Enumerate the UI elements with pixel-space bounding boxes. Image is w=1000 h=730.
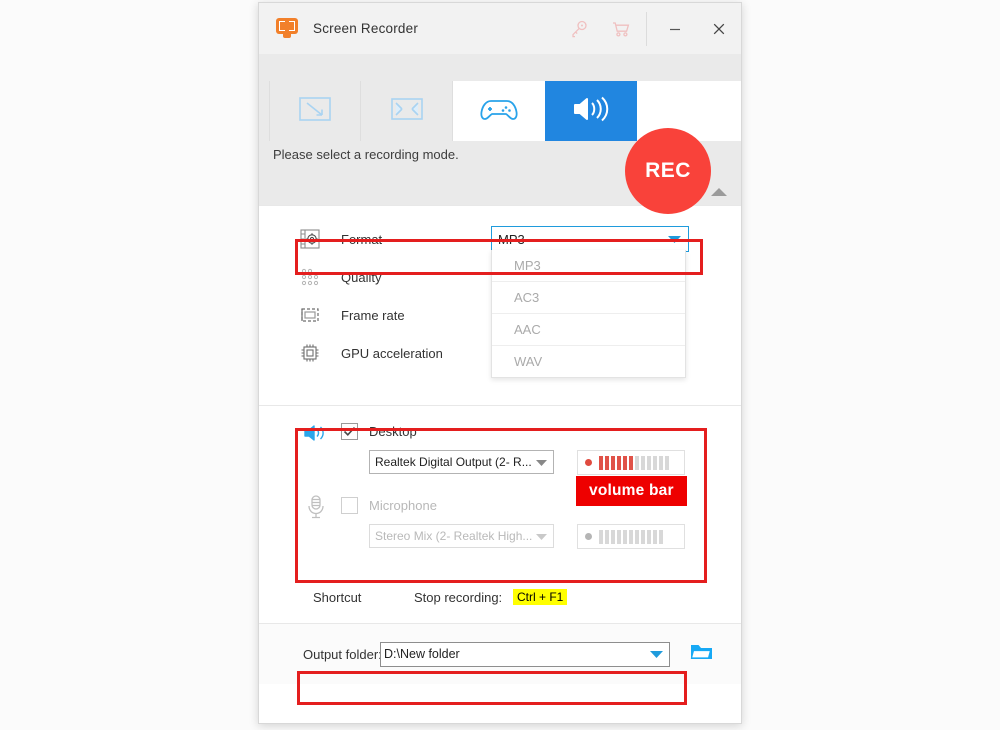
mode-audio[interactable] bbox=[545, 81, 649, 141]
quality-dots-icon bbox=[297, 264, 323, 290]
cart-icon[interactable] bbox=[600, 3, 642, 55]
close-icon[interactable] bbox=[697, 3, 741, 55]
screen-recorder-window: Screen Recorder REC Please select a reco… bbox=[258, 2, 742, 724]
output-folder-value: D:\New folder bbox=[384, 647, 460, 661]
format-option-mp3[interactable]: MP3 bbox=[492, 250, 685, 281]
chevron-up-icon[interactable] bbox=[709, 185, 729, 197]
desktop-volume-bar bbox=[577, 450, 685, 475]
gamepad-icon bbox=[477, 93, 521, 130]
microphone-device-select[interactable]: Stereo Mix (2- Realtek High... bbox=[369, 524, 554, 548]
audio-section: Desktop Realtek Digital Output (2- R... … bbox=[259, 405, 741, 623]
setting-label-format: Format bbox=[341, 231, 383, 247]
folder-icon[interactable] bbox=[689, 641, 715, 668]
mode-bar-area: REC Please select a recording mode. bbox=[259, 55, 741, 214]
window-title: Screen Recorder bbox=[313, 21, 419, 36]
title-bar: Screen Recorder bbox=[259, 3, 741, 55]
microphone-volume-segments bbox=[599, 529, 663, 544]
output-folder-row: Output folder: D:\New folder bbox=[259, 623, 741, 684]
titlebar-divider bbox=[646, 11, 647, 46]
setting-label-quality: Quality bbox=[341, 269, 382, 285]
format-gear-icon bbox=[297, 226, 323, 252]
format-option-ac3[interactable]: AC3 bbox=[492, 281, 685, 313]
microphone-icon bbox=[305, 494, 327, 525]
chevron-down-icon bbox=[667, 234, 682, 244]
rec-button[interactable]: REC bbox=[625, 128, 711, 214]
desktop-device-value: Realtek Digital Output (2- R... bbox=[375, 455, 532, 469]
microphone-volume-bar bbox=[577, 524, 685, 549]
volume-bar-annotation-badge: volume bar bbox=[576, 476, 687, 506]
format-dropdown-list[interactable]: MP3 AC3 AAC WAV bbox=[491, 250, 686, 378]
desktop-volume-dot bbox=[585, 459, 592, 466]
microphone-checkbox[interactable] bbox=[341, 497, 358, 514]
format-select[interactable]: MP3 bbox=[491, 226, 689, 252]
desktop-volume-segments bbox=[599, 455, 669, 470]
desktop-label: Desktop bbox=[369, 424, 417, 439]
desktop-checkbox[interactable] bbox=[341, 423, 358, 440]
app-logo-icon bbox=[275, 17, 299, 41]
chevron-down-icon[interactable] bbox=[649, 649, 664, 659]
microphone-volume-dot bbox=[585, 533, 592, 540]
format-selected-value: MP3 bbox=[498, 231, 525, 247]
microphone-device-value: Stereo Mix (2- Realtek High... bbox=[375, 529, 533, 543]
shortcut-row: Shortcut Stop recording: Ctrl + F1 bbox=[259, 571, 741, 623]
desktop-device-select[interactable]: Realtek Digital Output (2- R... bbox=[369, 450, 554, 474]
stop-recording-label: Stop recording: bbox=[414, 589, 503, 605]
minimize-icon[interactable] bbox=[653, 3, 697, 55]
fullscreen-icon bbox=[388, 94, 426, 129]
format-option-wav[interactable]: WAV bbox=[492, 345, 685, 377]
output-folder-input[interactable]: D:\New folder bbox=[380, 641, 670, 667]
output-folder-label: Output folder: bbox=[303, 646, 382, 662]
desktop-speaker-icon bbox=[303, 422, 329, 449]
mode-custom-region[interactable] bbox=[269, 81, 361, 141]
setting-label-gpu: GPU acceleration bbox=[341, 345, 443, 361]
gpu-chip-icon bbox=[297, 340, 323, 366]
settings-section: Format MP3 Quality Frame rate GPU accele… bbox=[259, 205, 741, 405]
mode-hint-text: Please select a recording mode. bbox=[273, 147, 459, 162]
region-arrow-icon bbox=[296, 94, 334, 129]
microphone-label: Microphone bbox=[369, 498, 437, 513]
speaker-icon bbox=[569, 92, 613, 131]
frame-rate-icon bbox=[297, 302, 323, 328]
stop-recording-keys[interactable]: Ctrl + F1 bbox=[513, 589, 568, 605]
chevron-down-icon bbox=[535, 458, 548, 467]
format-option-aac[interactable]: AAC bbox=[492, 313, 685, 345]
mode-full-screen[interactable] bbox=[361, 81, 453, 141]
setting-label-frame-rate: Frame rate bbox=[341, 307, 405, 323]
shortcut-label: Shortcut bbox=[313, 589, 362, 605]
chevron-down-icon bbox=[535, 532, 548, 541]
mode-game[interactable] bbox=[453, 81, 545, 141]
key-icon[interactable] bbox=[558, 3, 600, 55]
